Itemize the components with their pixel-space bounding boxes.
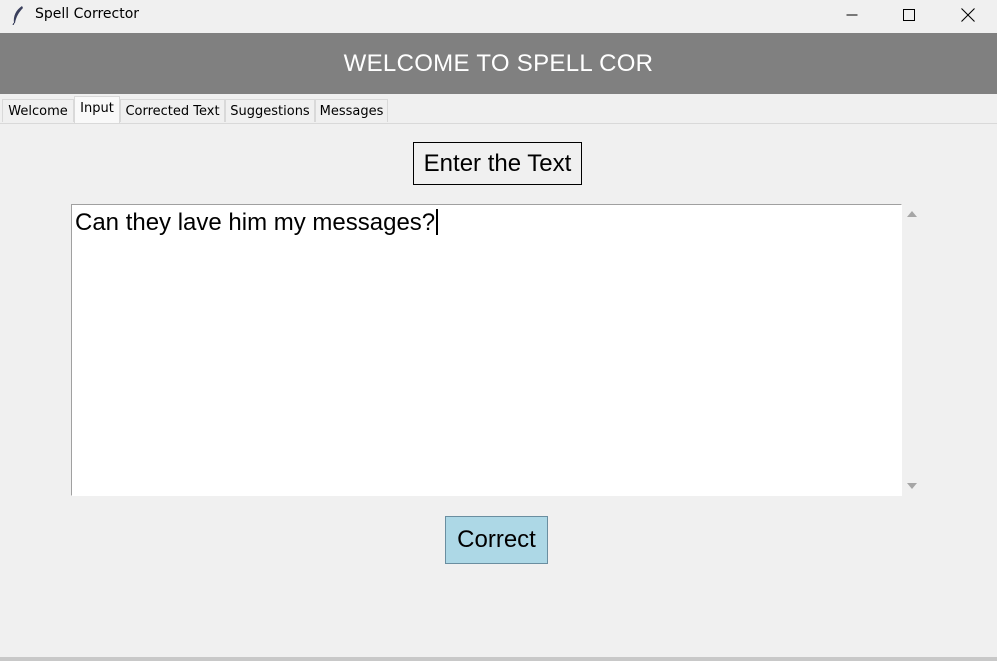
tab-welcome[interactable]: Welcome [2,99,74,122]
vertical-scrollbar[interactable] [902,204,922,496]
scroll-down-arrow-icon[interactable] [906,480,918,492]
input-text: Can they lave him my messages? [75,209,436,236]
welcome-banner: WELCOME TO SPELL COR [0,33,997,94]
minimize-icon [846,14,858,16]
close-icon [961,8,975,22]
text-input-area[interactable]: Can they lave him my messages? [71,204,902,496]
text-caret [436,209,439,235]
window-bottom-edge [0,657,997,661]
app-window: Spell Corrector WELCOME TO SPELL COR Wel… [0,0,997,661]
tab-input[interactable]: Input [74,96,120,123]
scroll-up-arrow-icon[interactable] [906,208,918,220]
maximize-icon [903,9,915,21]
title-bar: Spell Corrector [0,0,997,32]
tab-bar: Welcome Input Corrected Text Suggestions… [0,96,997,124]
banner-title: WELCOME TO SPELL COR [343,49,654,77]
window-title: Spell Corrector [35,6,140,22]
correct-button[interactable]: Correct [445,516,548,564]
tab-corrected-text[interactable]: Corrected Text [120,99,225,122]
tab-messages[interactable]: Messages [315,99,388,122]
minimize-button[interactable] [829,0,875,30]
tab-suggestions[interactable]: Suggestions [225,99,315,122]
enter-text-label: Enter the Text [413,142,582,185]
feather-icon [10,5,26,26]
close-button[interactable] [945,0,991,30]
maximize-button[interactable] [886,0,932,30]
